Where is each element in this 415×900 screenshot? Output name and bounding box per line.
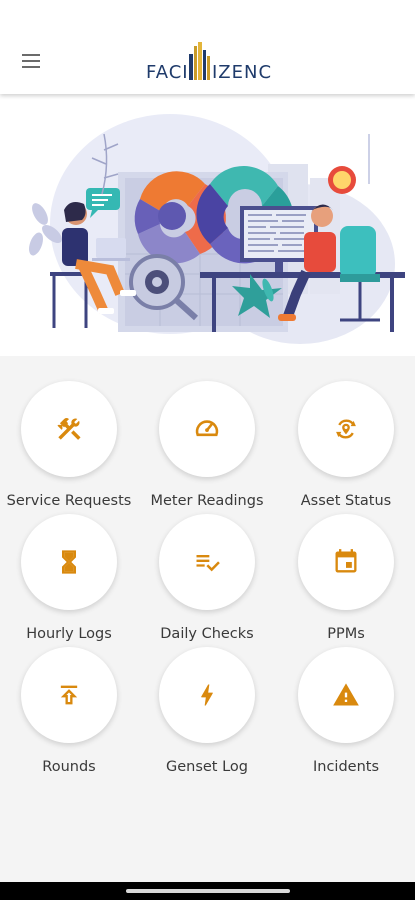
brand-right-text: IZENCE [212,62,273,82]
daily-checks-label: Daily Checks [160,626,254,642]
hourglass-icon [62,550,76,574]
tile-daily-checks[interactable]: Daily Checks [138,514,276,642]
tile-hourly-logs[interactable]: Hourly Logs [0,514,138,642]
tile-asset-status[interactable]: Asset Status [277,381,415,509]
calendar-icon [335,549,357,573]
app-root: FACI IZENCE [0,0,415,900]
hourly-logs-button[interactable] [21,514,117,610]
tile-rounds[interactable]: Rounds [0,647,138,775]
lightning-icon [201,684,213,706]
warning-icon [333,683,359,706]
system-nav-bar [0,882,415,900]
hourly-logs-label: Hourly Logs [26,626,112,642]
service-requests-button[interactable] [21,381,117,477]
rounds-button[interactable] [21,647,117,743]
daily-checks-button[interactable] [159,514,255,610]
tile-ppms[interactable]: PPMs [277,514,415,642]
checklist-icon [196,555,220,572]
ppms-button[interactable] [298,514,394,610]
genset-log-label: Genset Log [165,759,248,775]
app-header: FACI IZENCE [0,0,415,94]
hero-illustration [0,94,415,356]
upload-icon [60,685,78,705]
tile-genset-log[interactable]: Genset Log [138,647,276,775]
incidents-label: Incidents [312,759,380,775]
tile-incidents[interactable]: Incidents [277,647,415,775]
brand-logo: FACI IZENCE [145,40,283,83]
office-illustration [29,114,405,344]
rounds-label: Rounds [42,759,96,775]
tile-service-requests[interactable]: Service Requests [0,381,138,509]
home-gesture-handle[interactable] [126,889,290,893]
meter-readings-button[interactable] [159,381,255,477]
brand-left-text: FACI [146,62,189,82]
meter-readings-label: Meter Readings [150,493,264,509]
sync-location-icon [336,419,356,439]
logo-mark: FACI IZENCE [146,42,283,83]
tools-icon [57,418,81,440]
menu-icon [22,54,40,68]
tile-meter-readings[interactable]: Meter Readings [138,381,276,509]
asset-status-button[interactable] [298,381,394,477]
genset-log-button[interactable] [159,647,255,743]
asset-status-label: Asset Status [300,493,392,509]
service-requests-label: Service Requests [6,493,132,509]
hamburger-menu-button[interactable] [16,46,46,76]
incidents-button[interactable] [298,647,394,743]
speedometer-icon [195,420,219,437]
ppms-label: PPMs [327,626,365,642]
